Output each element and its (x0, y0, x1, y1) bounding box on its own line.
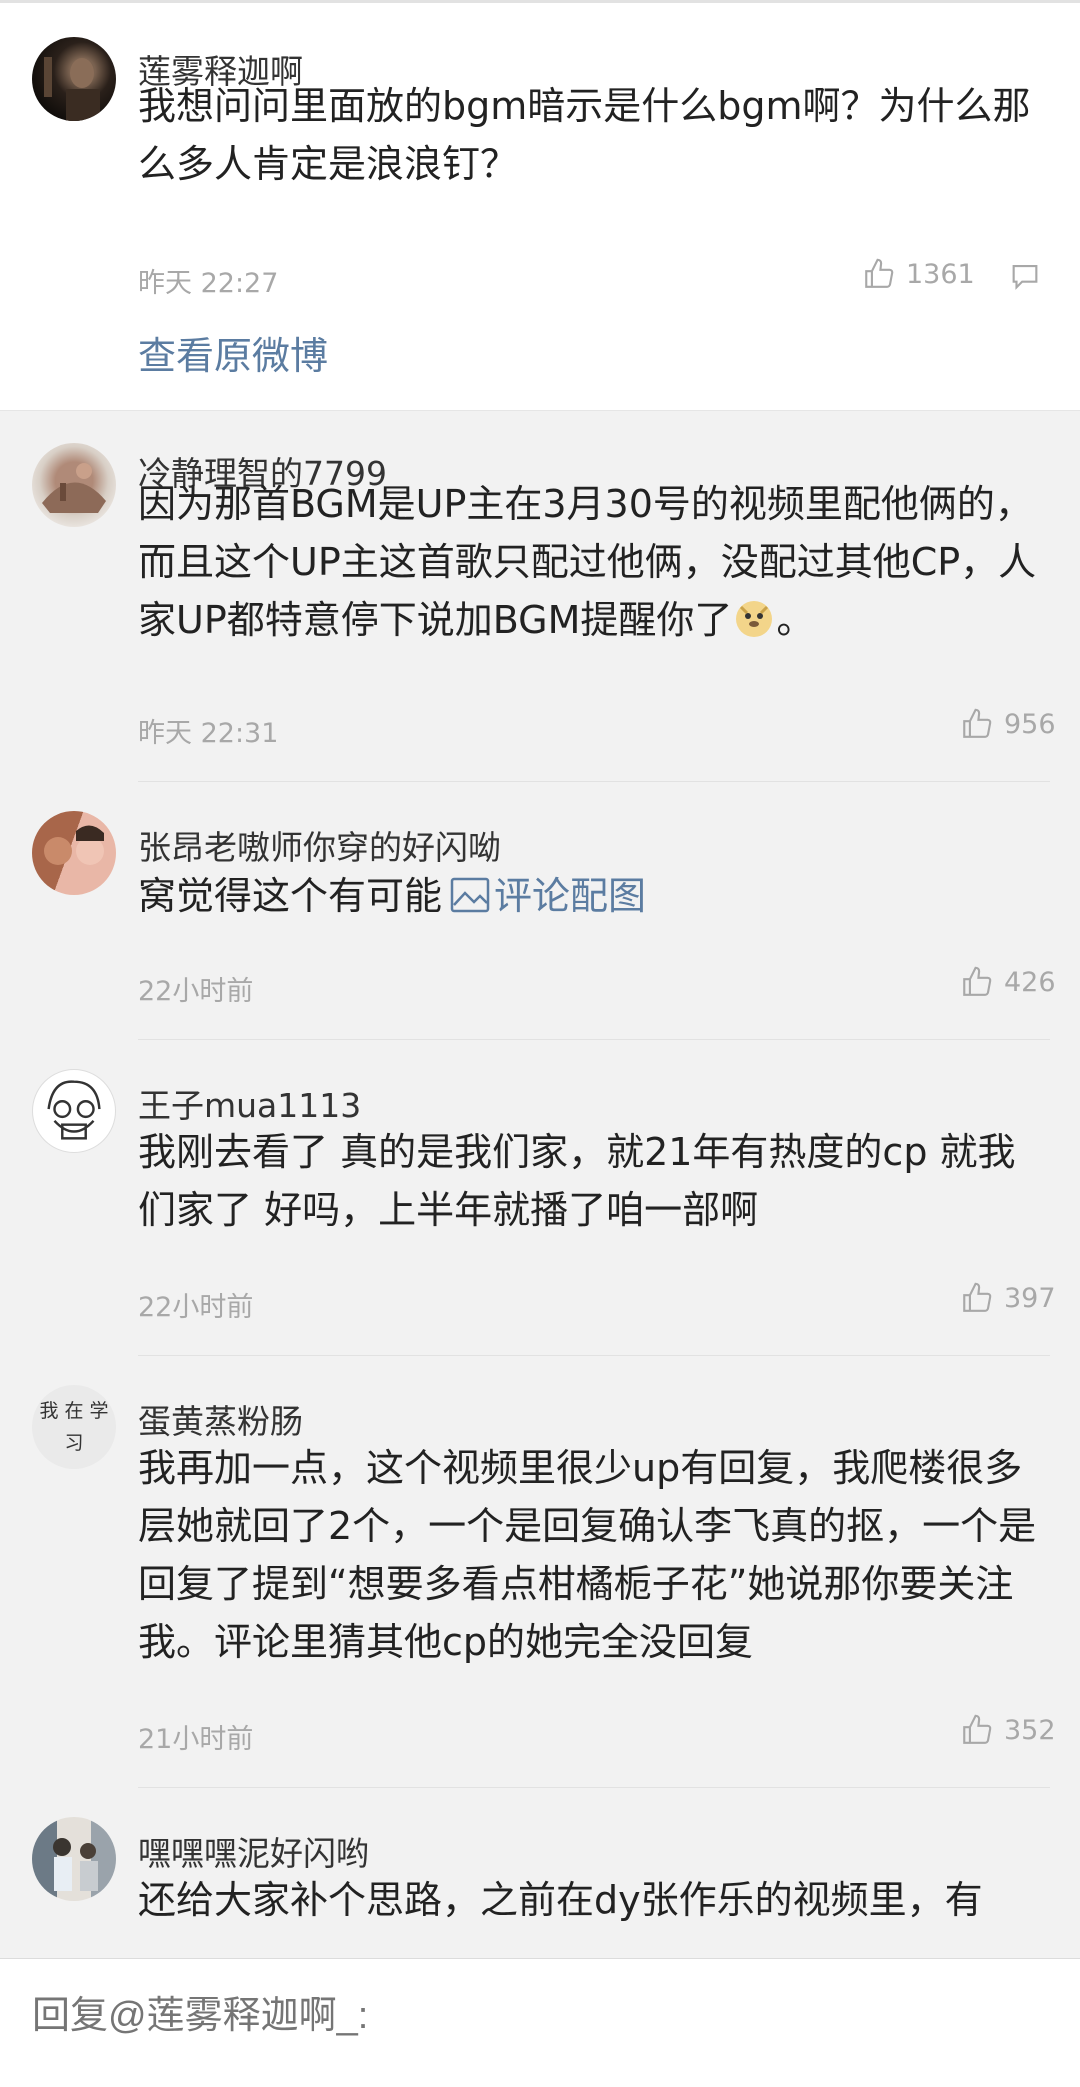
like-button[interactable]: 352 (960, 1713, 1056, 1747)
main-comment: 莲雾释迦啊_ 我想问问里面放的bgm暗示是什么bgm啊？为什么那么多人肯定是浪浪… (0, 0, 1080, 410)
avatar[interactable] (32, 37, 116, 121)
thumbs-up-icon (865, 258, 894, 288)
timestamp: 22小时前 (138, 976, 254, 1007)
username[interactable]: 蛋黄蒸粉肠 (138, 1395, 303, 1443)
comment-text: 我再加一点，这个视频里很少up有回复，我爬楼很多层她就回了2个，一个是回复确认李… (138, 1446, 1037, 1664)
comment-bubble-icon[interactable] (1008, 259, 1042, 293)
like-count: 397 (1004, 1282, 1056, 1314)
reply-bar (0, 1958, 1080, 2087)
divider (138, 1787, 1050, 1788)
avatar[interactable] (32, 811, 116, 895)
like-count: 352 (1004, 1714, 1056, 1746)
like-count: 956 (1004, 708, 1056, 740)
thumbs-up-icon (963, 1714, 992, 1744)
comment-text: 因为那首BGM是UP主在3月30号的视频里配他俩的，而且这个UP主这首歌只配过他… (138, 482, 1037, 642)
comment-image-link[interactable]: 评论配图 (494, 874, 646, 918)
comment-text: 我想问问里面放的bgm暗示是什么bgm啊？为什么那么多人肯定是浪浪钉？ (138, 84, 1031, 186)
username[interactable]: 嘿嘿嘿泥好闪哟 (138, 1827, 369, 1875)
avatar-text: 我在学习 (39, 1400, 115, 1454)
like-button[interactable]: 1361 (862, 257, 975, 291)
comment-text: 我刚去看了 真的是我们家，就21年有热度的cp 就我们家了 好吗，上半年就播了咱… (138, 1130, 1016, 1232)
reply-list: 冷静理智的7799 因为那首BGM是UP主在3月30号的视频里配他俩的，而且这个… (0, 410, 1080, 1958)
doge-emoji (736, 601, 773, 637)
username[interactable]: 张昂老嗷师你穿的好闪呦 (138, 821, 501, 869)
avatar[interactable] (32, 1817, 116, 1901)
reply-input[interactable] (32, 1995, 521, 2038)
timestamp: 21小时前 (138, 1724, 254, 1755)
thumbs-up-icon (963, 708, 992, 738)
username[interactable]: 王子mua1113 (138, 1079, 361, 1127)
timestamp: 昨天 22:31 (138, 718, 279, 749)
comment-text: 还给大家补个思路，之前在dy张作乐的视频里，有 (138, 1878, 983, 1922)
like-button[interactable]: 426 (960, 965, 1056, 999)
like-count: 1361 (906, 258, 975, 290)
comment-text: 窝觉得这个有可能 评论配图 (138, 874, 647, 918)
divider (138, 1355, 1050, 1356)
thumbs-up-icon (963, 1282, 992, 1312)
image-icon (450, 877, 490, 913)
like-count: 426 (1004, 966, 1056, 998)
like-button[interactable]: 956 (960, 707, 1056, 741)
avatar[interactable] (32, 1069, 116, 1153)
thumbs-up-icon (963, 966, 992, 996)
avatar[interactable]: 我在学习 (32, 1385, 116, 1469)
avatar[interactable] (32, 443, 116, 527)
timestamp: 22小时前 (138, 1292, 254, 1323)
like-button[interactable]: 397 (960, 1281, 1056, 1315)
timestamp: 昨天 22:27 (138, 268, 279, 299)
divider (138, 1039, 1050, 1040)
divider (138, 781, 1050, 782)
view-original-link[interactable]: 查看原微博 (138, 325, 328, 380)
